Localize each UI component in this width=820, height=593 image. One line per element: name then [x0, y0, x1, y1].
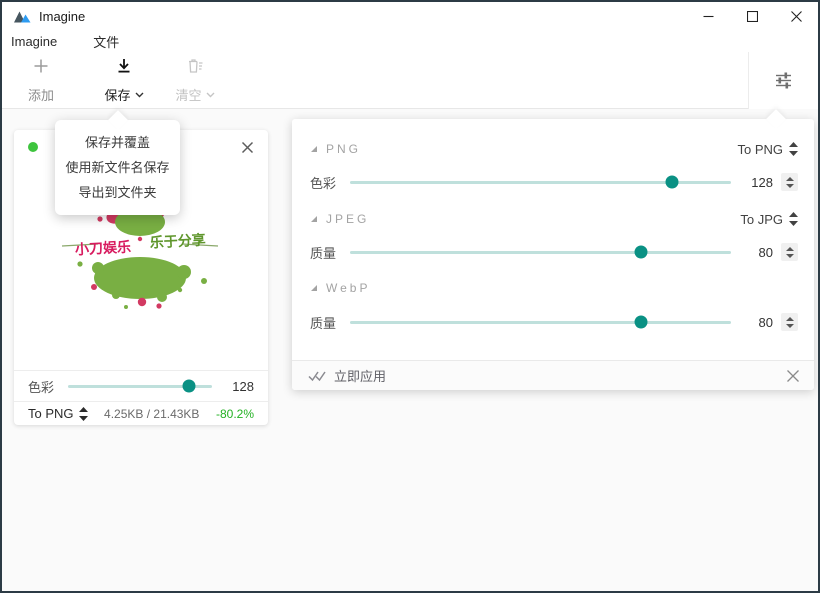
png-color-value: 128: [743, 175, 773, 190]
output-format-select[interactable]: To PNG: [28, 406, 88, 421]
section-title: PNG: [326, 142, 361, 156]
app-logo-icon: [14, 9, 31, 23]
card-color-slider-row: 色彩 128: [14, 370, 268, 401]
save-button-label: 保存: [104, 85, 130, 104]
jpeg-quality-slider[interactable]: [350, 251, 731, 254]
panel-footer: 立即应用: [292, 360, 814, 390]
slider-handle[interactable]: [182, 380, 195, 393]
collapse-triangle-icon: [310, 145, 318, 153]
color-slider-label: 色彩: [28, 377, 68, 396]
status-dot: [28, 142, 38, 152]
card-footer: To PNG 4.25KB / 21.43KB -80.2%: [14, 401, 268, 425]
trash-icon: [187, 58, 203, 74]
close-icon: [791, 11, 802, 22]
menu-item-file[interactable]: 文件: [84, 30, 128, 53]
menu-item-save-overwrite[interactable]: 保存并覆盖: [55, 130, 180, 155]
spinner-arrows-icon: [786, 177, 794, 188]
remove-image-button[interactable]: [241, 141, 254, 154]
settings-panel: PNG To PNG 色彩 128 JPEG To JPG 质量 80: [292, 119, 814, 390]
png-color-slider[interactable]: [350, 181, 731, 184]
png-format-select[interactable]: To PNG: [737, 142, 798, 157]
close-button[interactable]: [774, 2, 818, 30]
double-check-icon: [308, 370, 326, 382]
watermark-text-red: 小刀娱乐: [75, 238, 132, 257]
panel-close-button[interactable]: [786, 369, 800, 383]
jpeg-quality-value: 80: [743, 245, 773, 260]
color-slider[interactable]: [68, 385, 212, 388]
slider-handle[interactable]: [635, 316, 648, 329]
spinner-arrows-icon: [786, 317, 794, 328]
clear-button-label: 清空: [175, 85, 201, 104]
minimize-button[interactable]: [686, 2, 730, 30]
png-format-label: To PNG: [737, 142, 783, 157]
savings-percent: -80.2%: [216, 407, 254, 421]
output-format-label: To PNG: [28, 406, 74, 421]
settings-button[interactable]: [748, 52, 818, 109]
slider-label: 色彩: [310, 173, 350, 192]
webp-quality-slider-row: 质量 80: [292, 308, 814, 336]
window-title: Imagine: [39, 9, 85, 24]
slider-handle[interactable]: [665, 176, 678, 189]
section-header-jpeg[interactable]: JPEG To JPG: [292, 205, 814, 233]
sort-arrows-icon: [79, 407, 88, 421]
png-value-spinner[interactable]: [781, 173, 798, 191]
menu-bar: Imagine 文件: [2, 30, 818, 52]
download-icon: [116, 58, 132, 74]
sort-arrows-icon: [789, 212, 798, 226]
save-dropdown-menu: 保存并覆盖 使用新文件名保存 导出到文件夹: [55, 120, 180, 215]
section-title: JPEG: [326, 212, 369, 226]
section-title: WebP: [326, 281, 370, 295]
menu-item-save-new-name[interactable]: 使用新文件名保存: [55, 155, 180, 180]
jpeg-format-label: To JPG: [740, 212, 783, 227]
sort-arrows-icon: [789, 142, 798, 156]
chevron-down-icon: [135, 92, 144, 98]
chevron-down-icon: [206, 92, 215, 98]
maximize-button[interactable]: [730, 2, 774, 30]
menu-item-imagine[interactable]: Imagine: [2, 32, 66, 51]
close-icon: [786, 369, 800, 383]
menu-item-export-folder[interactable]: 导出到文件夹: [55, 180, 180, 205]
minimize-icon: [703, 11, 714, 22]
watermark-text-green: 乐于分享: [149, 232, 206, 251]
window-controls: [686, 2, 818, 30]
webp-value-spinner[interactable]: [781, 313, 798, 331]
tune-sliders-icon: [774, 71, 793, 90]
collapse-triangle-icon: [310, 284, 318, 292]
apply-now-toggle[interactable]: 立即应用: [334, 366, 386, 385]
png-color-slider-row: 色彩 128: [292, 168, 814, 196]
title-bar: Imagine: [2, 2, 818, 30]
slider-label: 质量: [310, 243, 350, 262]
jpeg-format-select[interactable]: To JPG: [740, 212, 798, 227]
maximize-icon: [747, 11, 758, 22]
add-button[interactable]: 添加: [18, 58, 64, 104]
jpeg-quality-slider-row: 质量 80: [292, 238, 814, 266]
slider-handle[interactable]: [635, 246, 648, 259]
toolbar: 添加 保存 清空: [2, 52, 818, 109]
clear-button[interactable]: 清空: [166, 58, 224, 104]
section-header-webp[interactable]: WebP: [292, 274, 814, 302]
close-icon: [241, 141, 254, 154]
webp-quality-slider[interactable]: [350, 321, 731, 324]
plus-icon: [33, 58, 49, 74]
add-button-label: 添加: [28, 85, 54, 104]
jpeg-value-spinner[interactable]: [781, 243, 798, 261]
slider-label: 质量: [310, 313, 350, 332]
spinner-arrows-icon: [786, 247, 794, 258]
file-size-text: 4.25KB / 21.43KB: [88, 407, 216, 421]
section-header-png[interactable]: PNG To PNG: [292, 135, 814, 163]
color-slider-value: 128: [224, 379, 254, 394]
collapse-triangle-icon: [310, 215, 318, 223]
save-button[interactable]: 保存: [96, 58, 152, 104]
webp-quality-value: 80: [743, 315, 773, 330]
